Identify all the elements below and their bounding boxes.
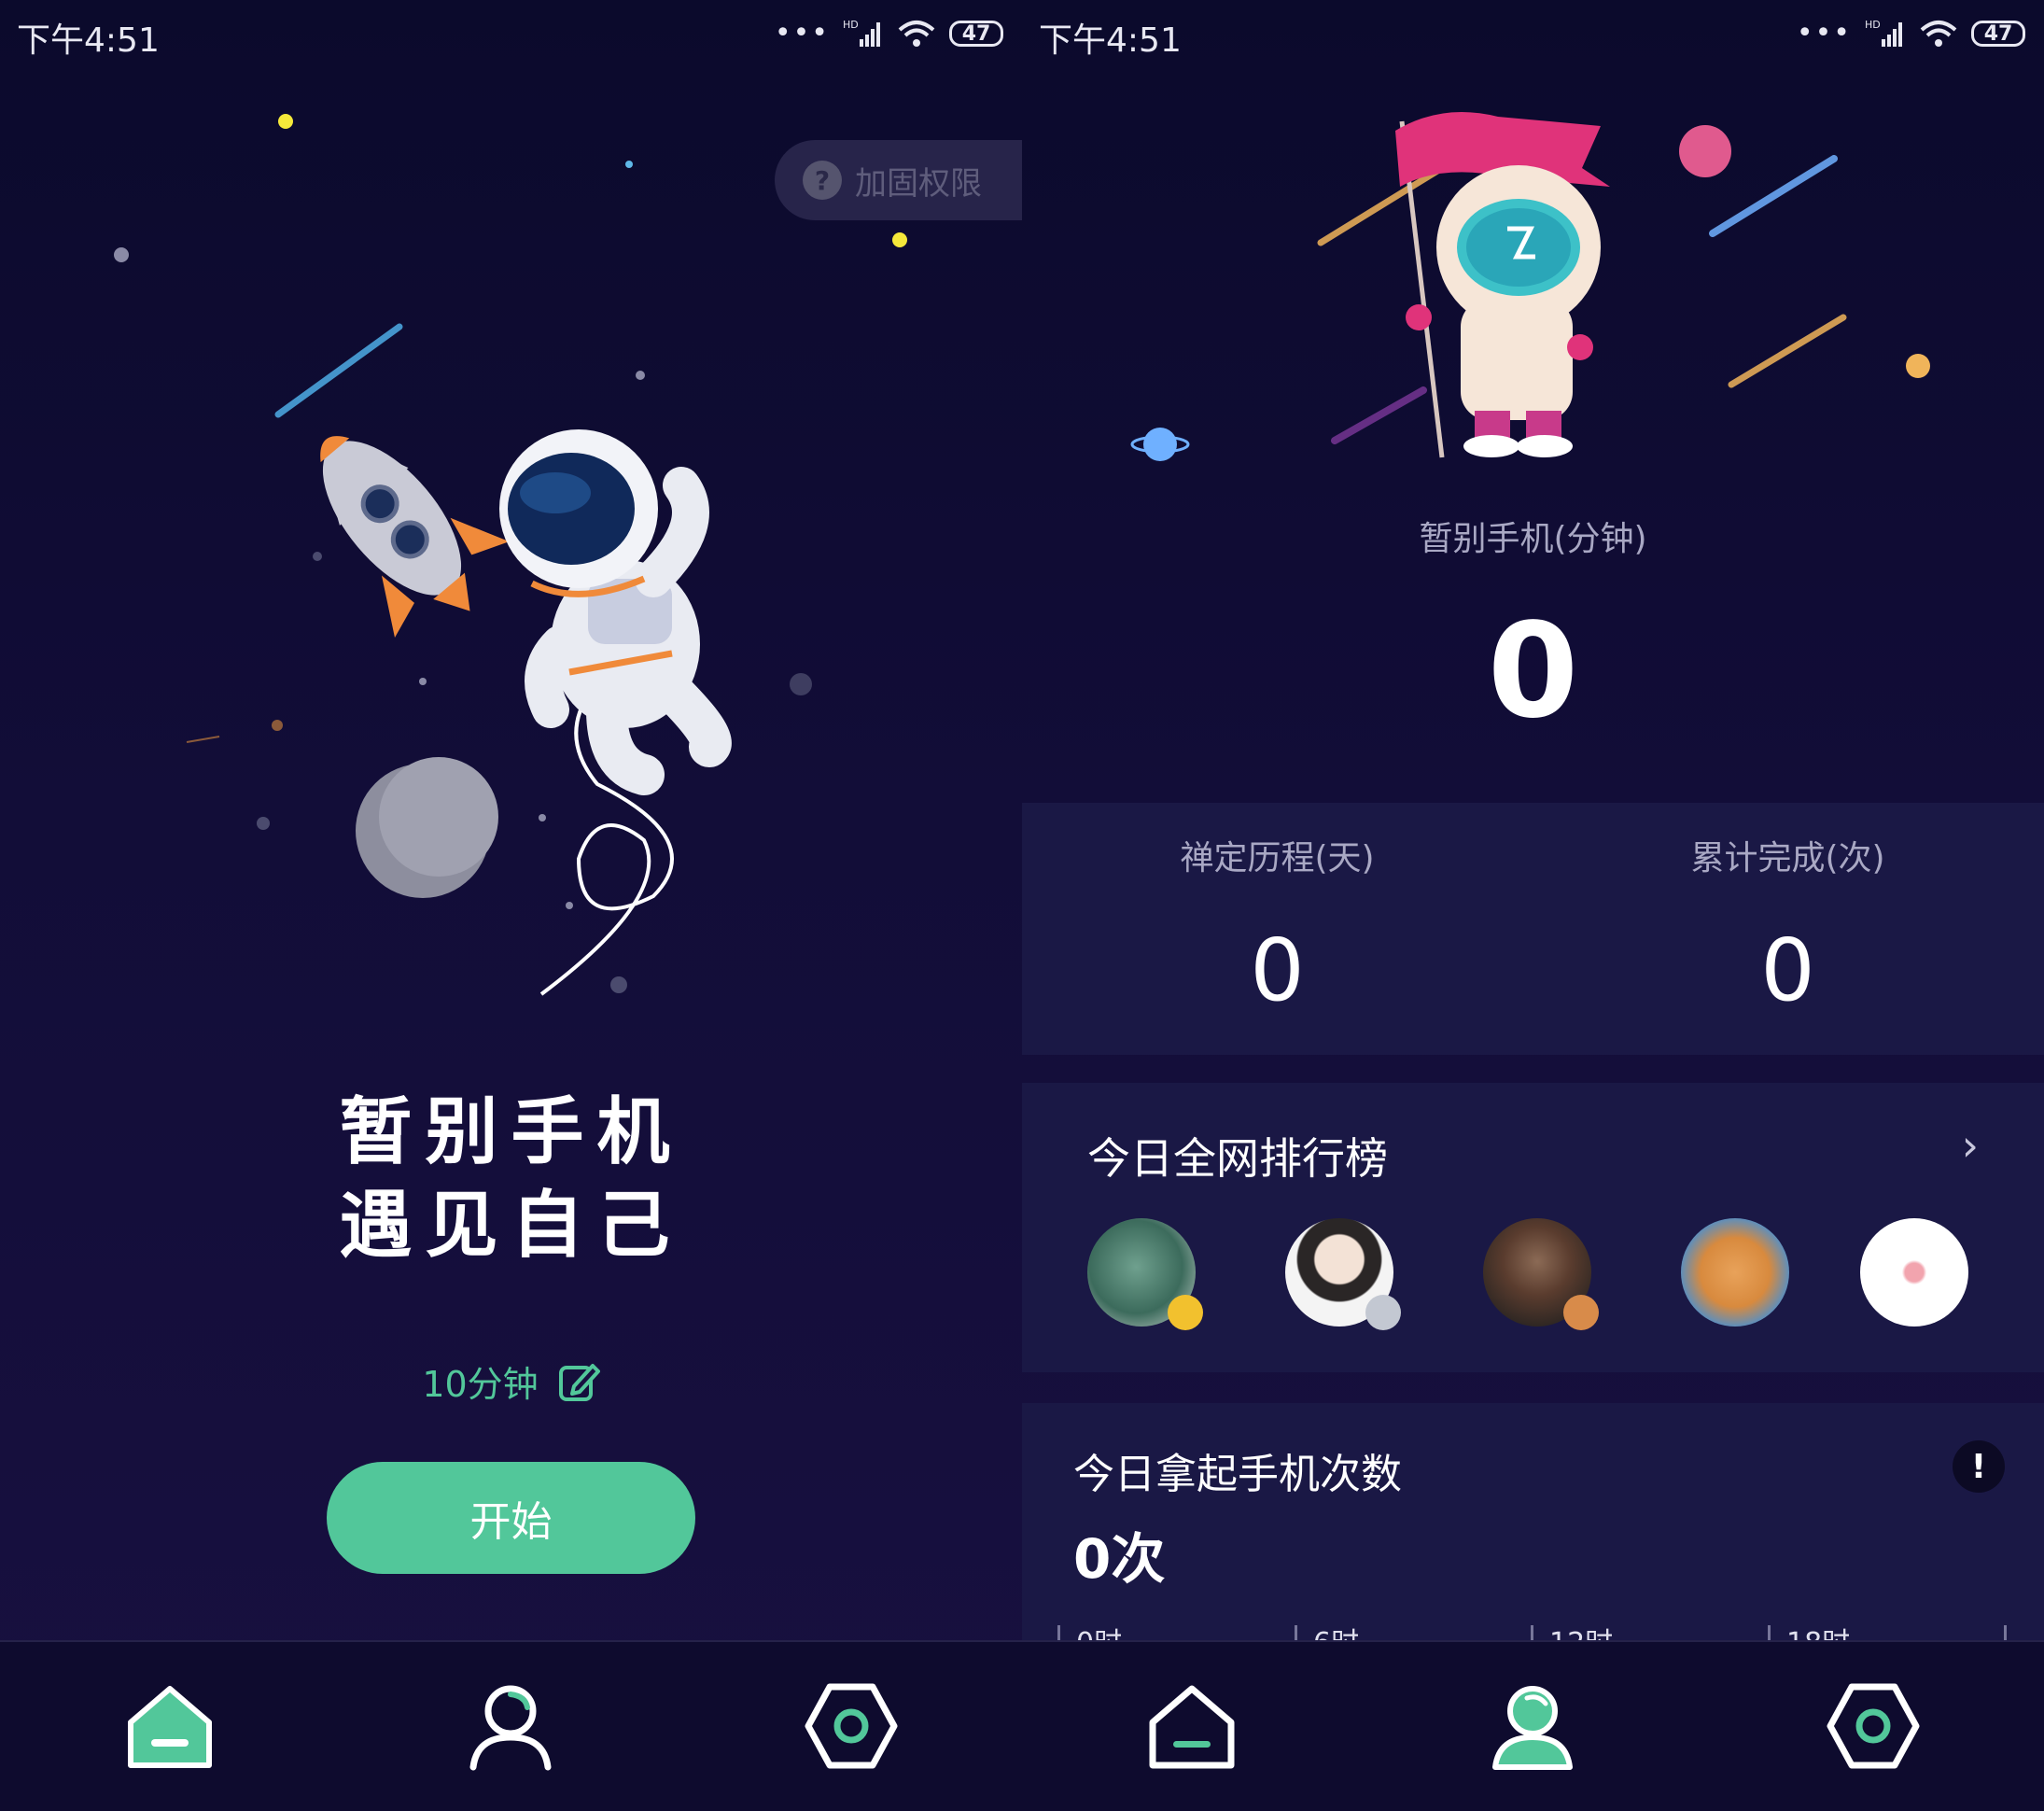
edit-icon[interactable] xyxy=(557,1360,600,1403)
duration-label: 10分钟 xyxy=(422,1364,539,1405)
avatar[interactable] xyxy=(1483,1218,1599,1330)
nav-person-icon[interactable] xyxy=(464,1679,557,1773)
star xyxy=(892,232,907,247)
meteor xyxy=(274,323,403,418)
permission-label: 加固权限 xyxy=(855,164,982,203)
status-bar: 下午4:51 ••• HD 47 xyxy=(0,0,1022,67)
battery-icon: 47 xyxy=(1971,21,2025,47)
avatar[interactable] xyxy=(1087,1218,1203,1330)
star xyxy=(539,814,546,821)
nav-home-icon[interactable] xyxy=(1145,1679,1239,1773)
status-bar: 下午4:51 ••• HD 47 xyxy=(1022,0,2044,67)
main-stat-title: 暂别手机(分钟) xyxy=(1419,520,1647,558)
bronze-medal-icon xyxy=(1563,1295,1599,1330)
focus-start-screen: 下午4:51 ••• HD 47 ? 加固权限 暂别手机 遇见自己 10分钟 开… xyxy=(0,0,1022,1811)
question-icon: ? xyxy=(803,161,842,200)
nav-hexagon-settings-icon[interactable] xyxy=(1827,1679,1920,1773)
status-time: 下午4:51 xyxy=(1039,21,1182,60)
pink-planet xyxy=(1679,125,1731,177)
leaderboard-avatars xyxy=(1078,1218,2011,1330)
permission-button[interactable]: ? 加固权限 xyxy=(775,140,1022,220)
planet-highlight xyxy=(379,757,498,877)
star xyxy=(790,673,812,695)
wifi-icon xyxy=(898,21,935,47)
signal-icon: HD xyxy=(843,19,880,47)
svg-text:HD: HD xyxy=(1865,19,1881,31)
info-icon[interactable]: ! xyxy=(1953,1440,2005,1493)
star xyxy=(114,247,129,262)
stat-value: 0 xyxy=(1250,920,1305,1020)
leaderboard-title: 今日全网排行榜 xyxy=(1087,1133,1388,1184)
avatar[interactable] xyxy=(1681,1218,1789,1327)
stats-screen: 下午4:51 ••• HD 47 暂别手机(分钟) 0 禅定历程(天) 0 累计… xyxy=(1022,0,2044,1811)
duration-selector[interactable]: 10分钟 xyxy=(0,1355,1022,1407)
star xyxy=(625,161,633,168)
wifi-icon xyxy=(1920,21,1957,47)
astronaut xyxy=(499,429,732,996)
star xyxy=(419,678,427,685)
stat-label: 禅定历程(天) xyxy=(1180,839,1375,877)
status-icons: ••• HD 47 xyxy=(1797,15,2025,52)
star xyxy=(272,720,283,731)
silver-medal-icon xyxy=(1365,1295,1401,1330)
star xyxy=(610,976,627,993)
nav-home-icon[interactable] xyxy=(123,1679,217,1773)
more-dots-icon: ••• xyxy=(1796,17,1852,49)
star xyxy=(257,817,270,830)
stat-completed-count: 累计完成(次) 0 xyxy=(1533,803,2043,1055)
slogan-line-2: 遇见自己 xyxy=(339,1184,683,1268)
meteor xyxy=(1331,386,1427,444)
signal-icon: HD xyxy=(1865,19,1902,47)
flag-astronaut-illustration xyxy=(1130,112,1930,461)
more-dots-icon: ••• xyxy=(774,17,830,49)
stats-panel: 禅定历程(天) 0 累计完成(次) 0 xyxy=(1022,803,2044,1055)
slogan-line-1: 暂别手机 xyxy=(339,1090,683,1174)
avatar[interactable] xyxy=(1860,1218,1968,1327)
status-time: 下午4:51 xyxy=(17,21,160,60)
pickup-title: 今日拿起手机次数 xyxy=(1073,1451,1402,1498)
avatar[interactable] xyxy=(1285,1218,1401,1330)
meteor xyxy=(186,736,220,743)
start-button[interactable]: 开始 xyxy=(327,1462,695,1574)
stat-label: 累计完成(次) xyxy=(1690,839,1885,877)
star xyxy=(278,114,293,129)
bottom-nav xyxy=(0,1640,1022,1811)
nav-person-icon[interactable] xyxy=(1486,1679,1579,1773)
svg-text:HD: HD xyxy=(843,19,859,31)
battery-icon: 47 xyxy=(949,21,1003,47)
bottom-nav xyxy=(1022,1640,2044,1811)
status-icons: ••• HD 47 xyxy=(775,15,1003,52)
main-stat-value: 0 xyxy=(1487,596,1579,748)
star xyxy=(636,371,645,380)
leaderboard-panel[interactable]: 今日全网排行榜 › xyxy=(1022,1083,2044,1372)
stat-meditation-days: 禅定历程(天) 0 xyxy=(1022,803,1533,1055)
meteor xyxy=(1317,164,1446,246)
gold-medal-icon xyxy=(1168,1295,1203,1330)
pickup-count: 0次 xyxy=(1073,1527,1166,1591)
stat-value: 0 xyxy=(1760,920,1815,1020)
rocket xyxy=(320,436,510,639)
meteor xyxy=(1709,155,1838,237)
star xyxy=(313,552,322,561)
meteor xyxy=(1728,314,1847,388)
nav-hexagon-settings-icon[interactable] xyxy=(805,1679,898,1773)
chevron-right-icon[interactable]: › xyxy=(1962,1120,1979,1171)
blue-planet xyxy=(1143,428,1177,461)
star xyxy=(566,902,573,909)
orange-planet xyxy=(1906,354,1930,378)
pickup-panel: 今日拿起手机次数 ! 0次 0时 6时 12时 18时 xyxy=(1022,1403,2044,1660)
